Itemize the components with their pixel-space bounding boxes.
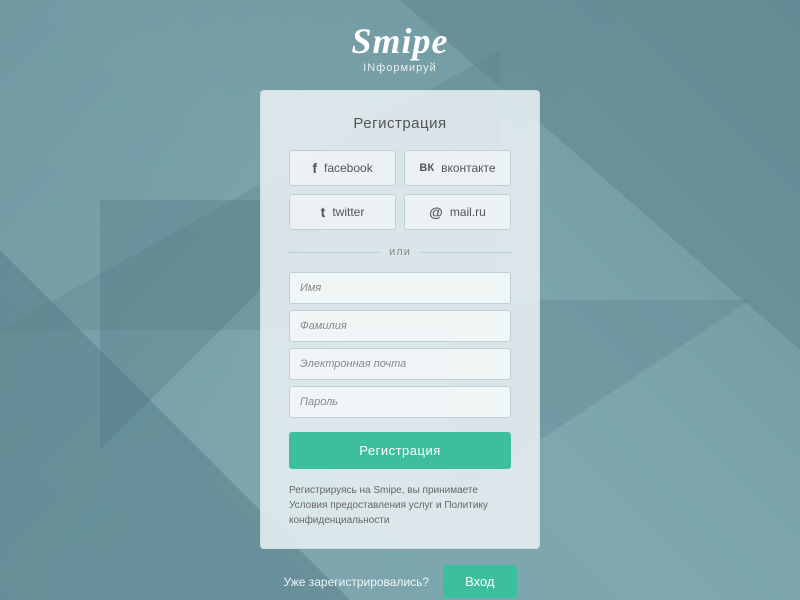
vk-icon: ВК xyxy=(419,162,434,174)
email-input[interactable] xyxy=(289,348,511,380)
vk-button[interactable]: ВК вконтакте xyxy=(404,150,511,186)
twitter-button[interactable]: t twitter xyxy=(289,194,396,230)
facebook-label: facebook xyxy=(324,161,373,175)
vk-label: вконтакте xyxy=(441,161,496,175)
mailru-button[interactable]: @ mail.ru xyxy=(404,194,511,230)
login-button[interactable]: Вход xyxy=(443,565,516,598)
logo-area: Smipe INформируй xyxy=(351,20,448,74)
mailru-icon: @ xyxy=(429,204,443,220)
password-input[interactable] xyxy=(289,386,511,418)
facebook-button[interactable]: f facebook xyxy=(289,150,396,186)
twitter-icon: t xyxy=(321,204,326,220)
divider-text: или xyxy=(389,246,411,258)
logo-title: Smipe xyxy=(351,20,448,62)
surname-input[interactable] xyxy=(289,310,511,342)
name-input[interactable] xyxy=(289,272,511,304)
bottom-bar: Уже зарегистрировались? Вход xyxy=(283,565,516,598)
register-button[interactable]: Регистрация xyxy=(289,432,511,469)
twitter-label: twitter xyxy=(332,205,364,219)
facebook-icon: f xyxy=(312,160,317,176)
divider-line-right xyxy=(421,252,511,253)
logo-subtitle: INформируй xyxy=(351,62,448,74)
mailru-label: mail.ru xyxy=(450,205,486,219)
terms-text: Регистрируясь на Smipe, вы принимаете Ус… xyxy=(289,483,511,528)
social-buttons-grid: f facebook ВК вконтакте t twitter @ mail… xyxy=(289,150,511,230)
divider-line-left xyxy=(289,252,379,253)
divider: или xyxy=(289,246,511,258)
registration-card: Регистрация f facebook ВК вконтакте t tw… xyxy=(260,90,540,549)
card-title: Регистрация xyxy=(289,115,511,132)
already-registered-text: Уже зарегистрировались? xyxy=(283,575,429,589)
